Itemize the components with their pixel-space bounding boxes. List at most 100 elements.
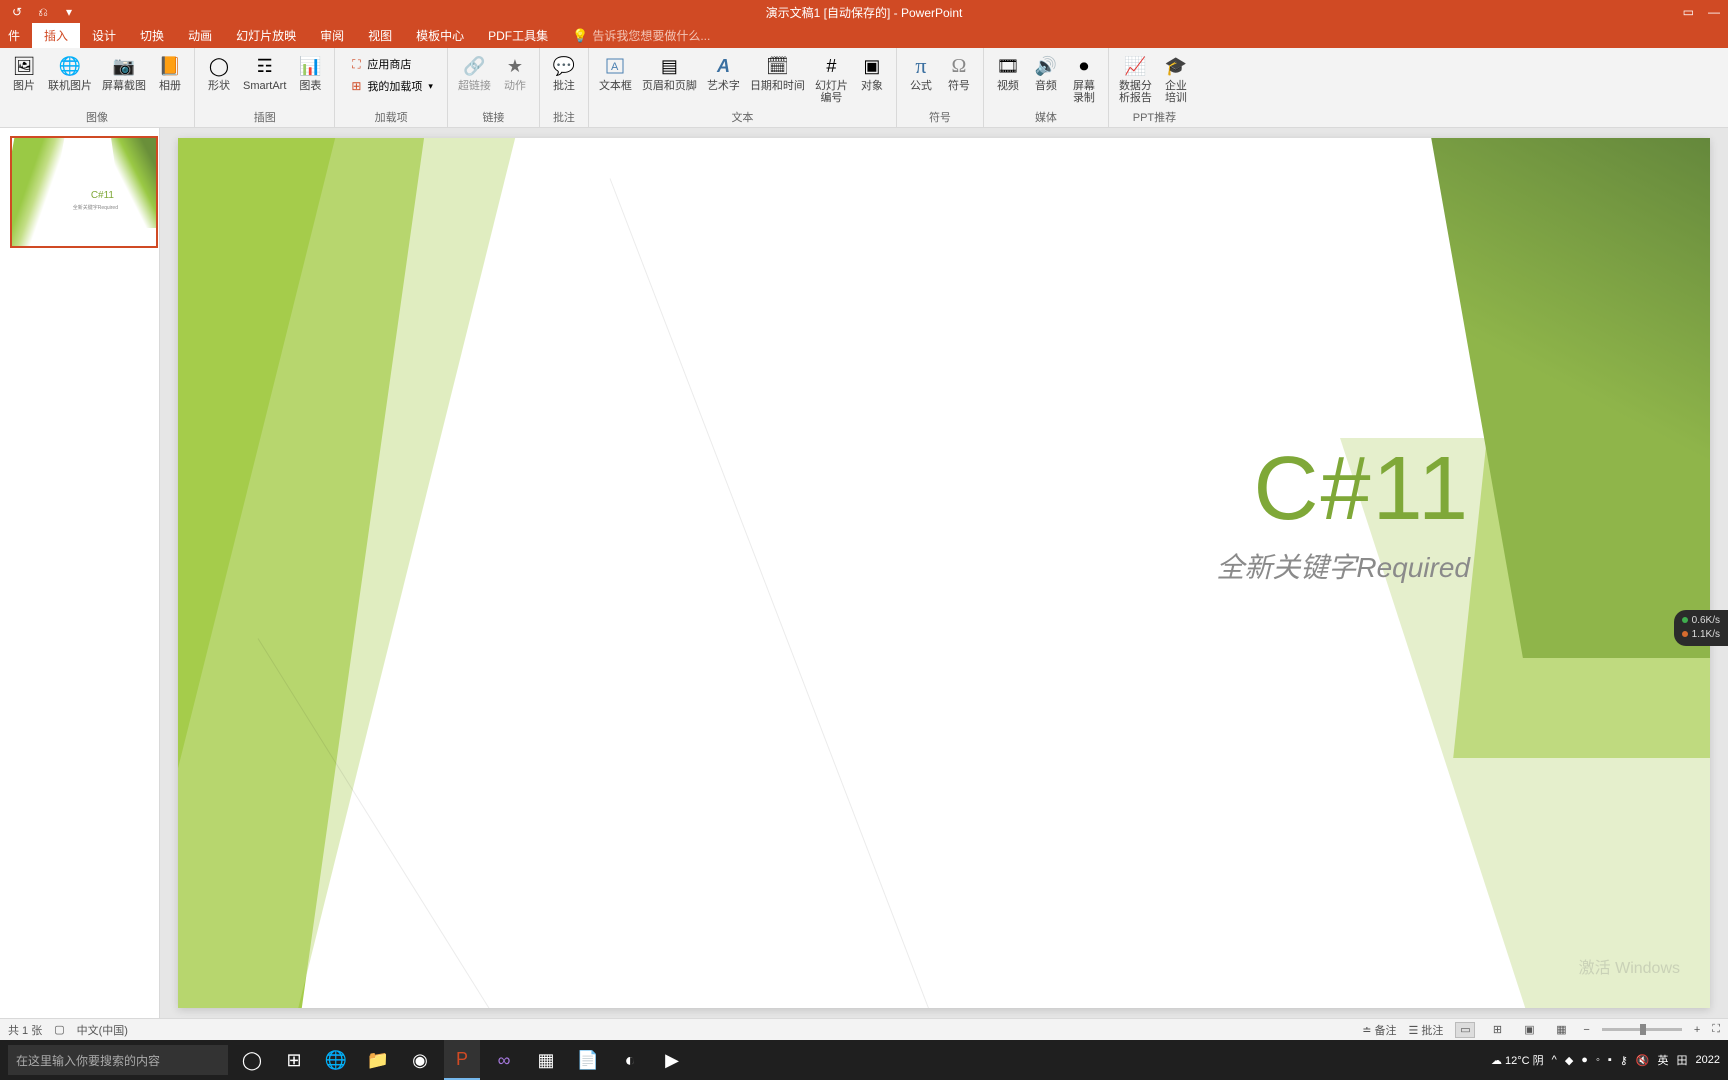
object-icon: ▣: [860, 54, 884, 78]
data-report-button[interactable]: 📈数据分 析报告: [1115, 52, 1156, 106]
taskbar-chrome-icon[interactable]: ◉: [402, 1040, 438, 1080]
redo-icon[interactable]: ⎌: [34, 3, 52, 21]
fit-window-button[interactable]: ⛶: [1712, 1023, 1720, 1036]
store-button[interactable]: ⛶应用商店: [345, 54, 437, 74]
tab-insert[interactable]: 插入: [32, 23, 80, 48]
link-icon: 🔗: [462, 54, 486, 78]
taskbar-app-icon-4[interactable]: ▶: [654, 1040, 690, 1080]
undo-icon[interactable]: ↺: [8, 3, 26, 21]
tab-transitions[interactable]: 切换: [128, 23, 176, 48]
tray-icon-2[interactable]: ●: [1581, 1054, 1588, 1066]
shapes-button[interactable]: ◯形状: [201, 52, 237, 94]
language-label[interactable]: 中文(中国): [77, 1022, 128, 1038]
action-button[interactable]: ★动作: [497, 52, 533, 94]
normal-view-button[interactable]: ▭: [1455, 1022, 1475, 1038]
qat-more-icon[interactable]: ▾: [60, 3, 78, 21]
group-comments: 💬批注 批注: [540, 48, 589, 127]
slide-subtitle[interactable]: 全新关键字Required: [1216, 546, 1470, 586]
hyperlink-button[interactable]: 🔗超链接: [454, 52, 495, 94]
taskbar-app-icon-2[interactable]: 📄: [570, 1040, 606, 1080]
photo-album-button[interactable]: 📙相册: [152, 52, 188, 94]
tray-network-icon[interactable]: ⚷: [1620, 1054, 1628, 1067]
group-label-links: 链接: [454, 107, 533, 127]
equation-button[interactable]: π公式: [903, 52, 939, 94]
tab-review[interactable]: 审阅: [308, 23, 356, 48]
tab-file[interactable]: 件: [0, 23, 32, 48]
taskbar-visualstudio-icon[interactable]: ∞: [486, 1040, 522, 1080]
group-text: A文本框 ▤页眉和页脚 A艺术字 🗓日期和时间 #幻灯片 编号 ▣对象 文本: [589, 48, 897, 127]
tray-icon-1[interactable]: ◆: [1565, 1054, 1573, 1067]
slide-thumbnail-1[interactable]: C#11 全新关键字Required: [4, 136, 155, 248]
object-button[interactable]: ▣对象: [854, 52, 890, 94]
comment-icon: 💬: [552, 54, 576, 78]
wordart-button[interactable]: A艺术字: [703, 52, 744, 94]
comment-button[interactable]: 💬批注: [546, 52, 582, 94]
textbox-button[interactable]: A文本框: [595, 52, 636, 94]
tray-icon-3[interactable]: ◦: [1596, 1054, 1600, 1066]
tab-pdf-tools[interactable]: PDF工具集: [476, 23, 560, 48]
taskbar-cortana-icon[interactable]: ◯: [234, 1040, 270, 1080]
slide-title[interactable]: C#11: [1254, 438, 1470, 541]
screenshot-button[interactable]: 📷屏幕截图: [98, 52, 150, 94]
corp-training-button[interactable]: 🎓企业 培训: [1158, 52, 1194, 106]
taskbar-powerpoint-icon[interactable]: P: [444, 1040, 480, 1080]
smartart-button[interactable]: ☶SmartArt: [239, 52, 290, 94]
header-footer-button[interactable]: ▤页眉和页脚: [638, 52, 701, 94]
slideshow-view-button[interactable]: ▦: [1551, 1022, 1571, 1038]
group-label-symbols: 符号: [903, 107, 977, 127]
online-pictures-button[interactable]: 🌐联机图片: [44, 52, 96, 94]
album-icon: 📙: [158, 54, 182, 78]
tray-ime-mode[interactable]: 田: [1677, 1052, 1688, 1068]
addins-icon: ⊞: [349, 79, 363, 93]
tab-template-center[interactable]: 模板中心: [404, 23, 476, 48]
taskbar-taskview-icon[interactable]: ⊞: [276, 1040, 312, 1080]
tab-slideshow[interactable]: 幻灯片放映: [224, 23, 308, 48]
datetime-icon: 🗓: [765, 54, 789, 78]
tray-icon-4[interactable]: ▪: [1608, 1054, 1612, 1066]
slide-1[interactable]: C#11 全新关键字Required 激活 Windows: [178, 138, 1710, 1008]
audio-button[interactable]: 🔊音频: [1028, 52, 1064, 94]
tell-me-search[interactable]: 💡 告诉我您想要做什么...: [572, 27, 710, 48]
taskbar-explorer-icon[interactable]: 📁: [360, 1040, 396, 1080]
chart-button[interactable]: 📊图表: [292, 52, 328, 94]
taskbar-app-icon-1[interactable]: ▦: [528, 1040, 564, 1080]
wordart-icon: A: [711, 54, 735, 78]
audio-icon: 🔊: [1034, 54, 1058, 78]
screen-recording-button[interactable]: ⏺屏幕 录制: [1066, 52, 1102, 106]
group-symbols: π公式 Ω符号 符号: [897, 48, 984, 127]
tray-ime-lang[interactable]: 英: [1658, 1052, 1669, 1068]
taskbar-edge-icon[interactable]: 🌐: [318, 1040, 354, 1080]
smartart-icon: ☶: [253, 54, 277, 78]
reading-view-button[interactable]: ▣: [1519, 1022, 1539, 1038]
my-addins-button[interactable]: ⊞我的加载项▾: [345, 76, 437, 96]
workspace: C#11 全新关键字Required C#11 全新关键字Required 激活…: [0, 128, 1728, 1018]
comments-button[interactable]: ☰ 批注: [1409, 1022, 1444, 1038]
zoom-slider[interactable]: [1602, 1028, 1682, 1031]
tab-view[interactable]: 视图: [356, 23, 404, 48]
zoom-in-button[interactable]: +: [1694, 1024, 1700, 1036]
notes-button[interactable]: ≐ 备注: [1362, 1022, 1396, 1038]
pictures-button[interactable]: 🖼图片: [6, 52, 42, 94]
tray-volume-icon[interactable]: 🔇: [1636, 1054, 1650, 1067]
weather-widget[interactable]: ☁ 12°C 阴: [1491, 1052, 1544, 1068]
symbol-button[interactable]: Ω符号: [941, 52, 977, 94]
slide-number-button[interactable]: #幻灯片 编号: [811, 52, 852, 106]
zoom-handle[interactable]: [1640, 1024, 1646, 1035]
ribbon-display-icon[interactable]: ▭: [1683, 5, 1694, 19]
tray-chevron-up-icon[interactable]: ^: [1552, 1054, 1557, 1066]
tab-animations[interactable]: 动画: [176, 23, 224, 48]
taskbar-app-icon-3[interactable]: ◐: [612, 1040, 648, 1080]
taskbar-search[interactable]: 在这里输入你要搜索的内容: [8, 1045, 228, 1075]
search-placeholder: 在这里输入你要搜索的内容: [16, 1052, 160, 1069]
tab-design[interactable]: 设计: [80, 23, 128, 48]
tray-date[interactable]: 2022: [1696, 1054, 1720, 1066]
datetime-button[interactable]: 🗓日期和时间: [746, 52, 809, 94]
sorter-view-button[interactable]: ⊞: [1487, 1022, 1507, 1038]
group-label-images: 图像: [6, 107, 188, 127]
video-button[interactable]: 🎞视频: [990, 52, 1026, 94]
spellcheck-icon[interactable]: ▢: [54, 1023, 64, 1036]
zoom-out-button[interactable]: −: [1583, 1024, 1589, 1036]
slide-count-label: 共 1 张: [8, 1022, 42, 1038]
minimize-icon[interactable]: —: [1708, 5, 1720, 19]
slide-canvas-area[interactable]: C#11 全新关键字Required 激活 Windows: [160, 128, 1728, 1018]
